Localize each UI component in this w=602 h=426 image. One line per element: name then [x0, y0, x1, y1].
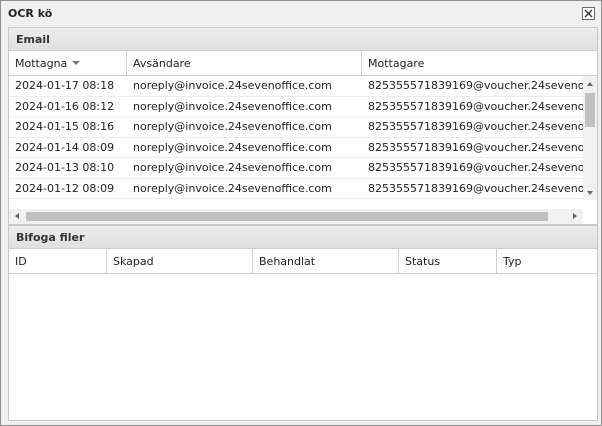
- received-cell: 2024-01-15 08:16: [15, 120, 115, 134]
- recipient-cell: 825355571839169@voucher.24sevenoffice.co…: [368, 99, 583, 113]
- close-button[interactable]: [582, 6, 595, 20]
- scroll-right-icon[interactable]: [573, 213, 577, 219]
- email-panel-header: Email: [9, 28, 597, 51]
- email-panel-title: Email: [16, 32, 50, 46]
- attachments-grid-header: ID Skapad Behandlat Status Typ: [9, 249, 597, 274]
- sender-cell: noreply@invoice.24sevenoffice.com: [133, 99, 332, 113]
- horizontal-scroll-thumb[interactable]: [26, 212, 548, 221]
- received-cell: 2024-01-12 08:09: [15, 181, 115, 195]
- recipient-cell: 825355571839169@voucher.24sevenoffice.co…: [368, 161, 583, 175]
- attachments-panel-title: Bifoga filer: [16, 230, 85, 244]
- column-header-created[interactable]: Skapad: [107, 249, 253, 273]
- received-cell: 2024-01-13 08:10: [15, 161, 115, 175]
- recipient-cell: 825355571839169@voucher.24sevenoffice.co…: [368, 79, 583, 93]
- sort-desc-icon: [72, 61, 81, 65]
- scrollbar-corner: [583, 209, 597, 224]
- scroll-down-icon[interactable]: [587, 191, 593, 195]
- column-header-processed[interactable]: Behandlat: [253, 249, 399, 273]
- email-rows: 2024-01-17 08:18 noreply@invoice.24seven…: [9, 76, 583, 200]
- column-header-id[interactable]: ID: [9, 249, 107, 273]
- column-header-type[interactable]: Typ: [497, 249, 597, 273]
- sender-cell: noreply@invoice.24sevenoffice.com: [133, 120, 332, 134]
- recipient-cell: 825355571839169@voucher.24sevenoffice.co…: [368, 140, 583, 154]
- table-row[interactable]: 2024-01-14 08:09 noreply@invoice.24seven…: [9, 138, 583, 158]
- attachments-panel-header: Bifoga filer: [9, 226, 597, 249]
- vertical-scrollbar[interactable]: [583, 76, 597, 200]
- attachments-empty-area: [9, 274, 597, 420]
- table-row[interactable]: 2024-01-13 08:10 noreply@invoice.24seven…: [9, 158, 583, 179]
- horizontal-scrollbar[interactable]: [9, 209, 583, 224]
- scroll-left-icon[interactable]: [15, 213, 19, 219]
- received-cell: 2024-01-17 08:18: [15, 79, 115, 93]
- received-cell: 2024-01-14 08:09: [15, 140, 115, 154]
- ocr-queue-dialog: OCR kö Email Mottagna Avsändare Mottagar…: [0, 0, 602, 426]
- table-row[interactable]: 2024-01-12 08:09 noreply@invoice.24seven…: [9, 179, 583, 199]
- close-icon: [584, 9, 593, 17]
- email-grid-header: Mottagna Avsändare Mottagare: [9, 51, 597, 76]
- table-row[interactable]: 2024-01-17 08:18 noreply@invoice.24seven…: [9, 76, 583, 97]
- column-header-sender[interactable]: Avsändare: [127, 51, 362, 75]
- sender-cell: noreply@invoice.24sevenoffice.com: [133, 79, 332, 93]
- recipient-cell: 825355571839169@voucher.24sevenoffice.co…: [368, 181, 583, 195]
- column-header-received[interactable]: Mottagna: [9, 51, 127, 75]
- scroll-up-icon[interactable]: [587, 82, 593, 86]
- column-header-recipient[interactable]: Mottagare: [362, 51, 597, 75]
- sender-cell: noreply@invoice.24sevenoffice.com: [133, 181, 332, 195]
- attachments-panel: Bifoga filer ID Skapad Behandlat Status …: [8, 225, 598, 421]
- email-panel: Email Mottagna Avsändare Mottagare 2024-…: [8, 27, 598, 225]
- column-header-status[interactable]: Status: [399, 249, 497, 273]
- vertical-scroll-thumb[interactable]: [585, 93, 595, 127]
- recipient-cell: 825355571839169@voucher.24sevenoffice.co…: [368, 120, 583, 134]
- dialog-title: OCR kö: [8, 6, 53, 20]
- sender-cell: noreply@invoice.24sevenoffice.com: [133, 161, 332, 175]
- table-row[interactable]: 2024-01-15 08:16 noreply@invoice.24seven…: [9, 117, 583, 138]
- received-cell: 2024-01-16 08:12: [15, 99, 115, 113]
- sender-cell: noreply@invoice.24sevenoffice.com: [133, 140, 332, 154]
- table-row[interactable]: 2024-01-16 08:12 noreply@invoice.24seven…: [9, 97, 583, 117]
- title-bar: OCR kö: [1, 1, 601, 25]
